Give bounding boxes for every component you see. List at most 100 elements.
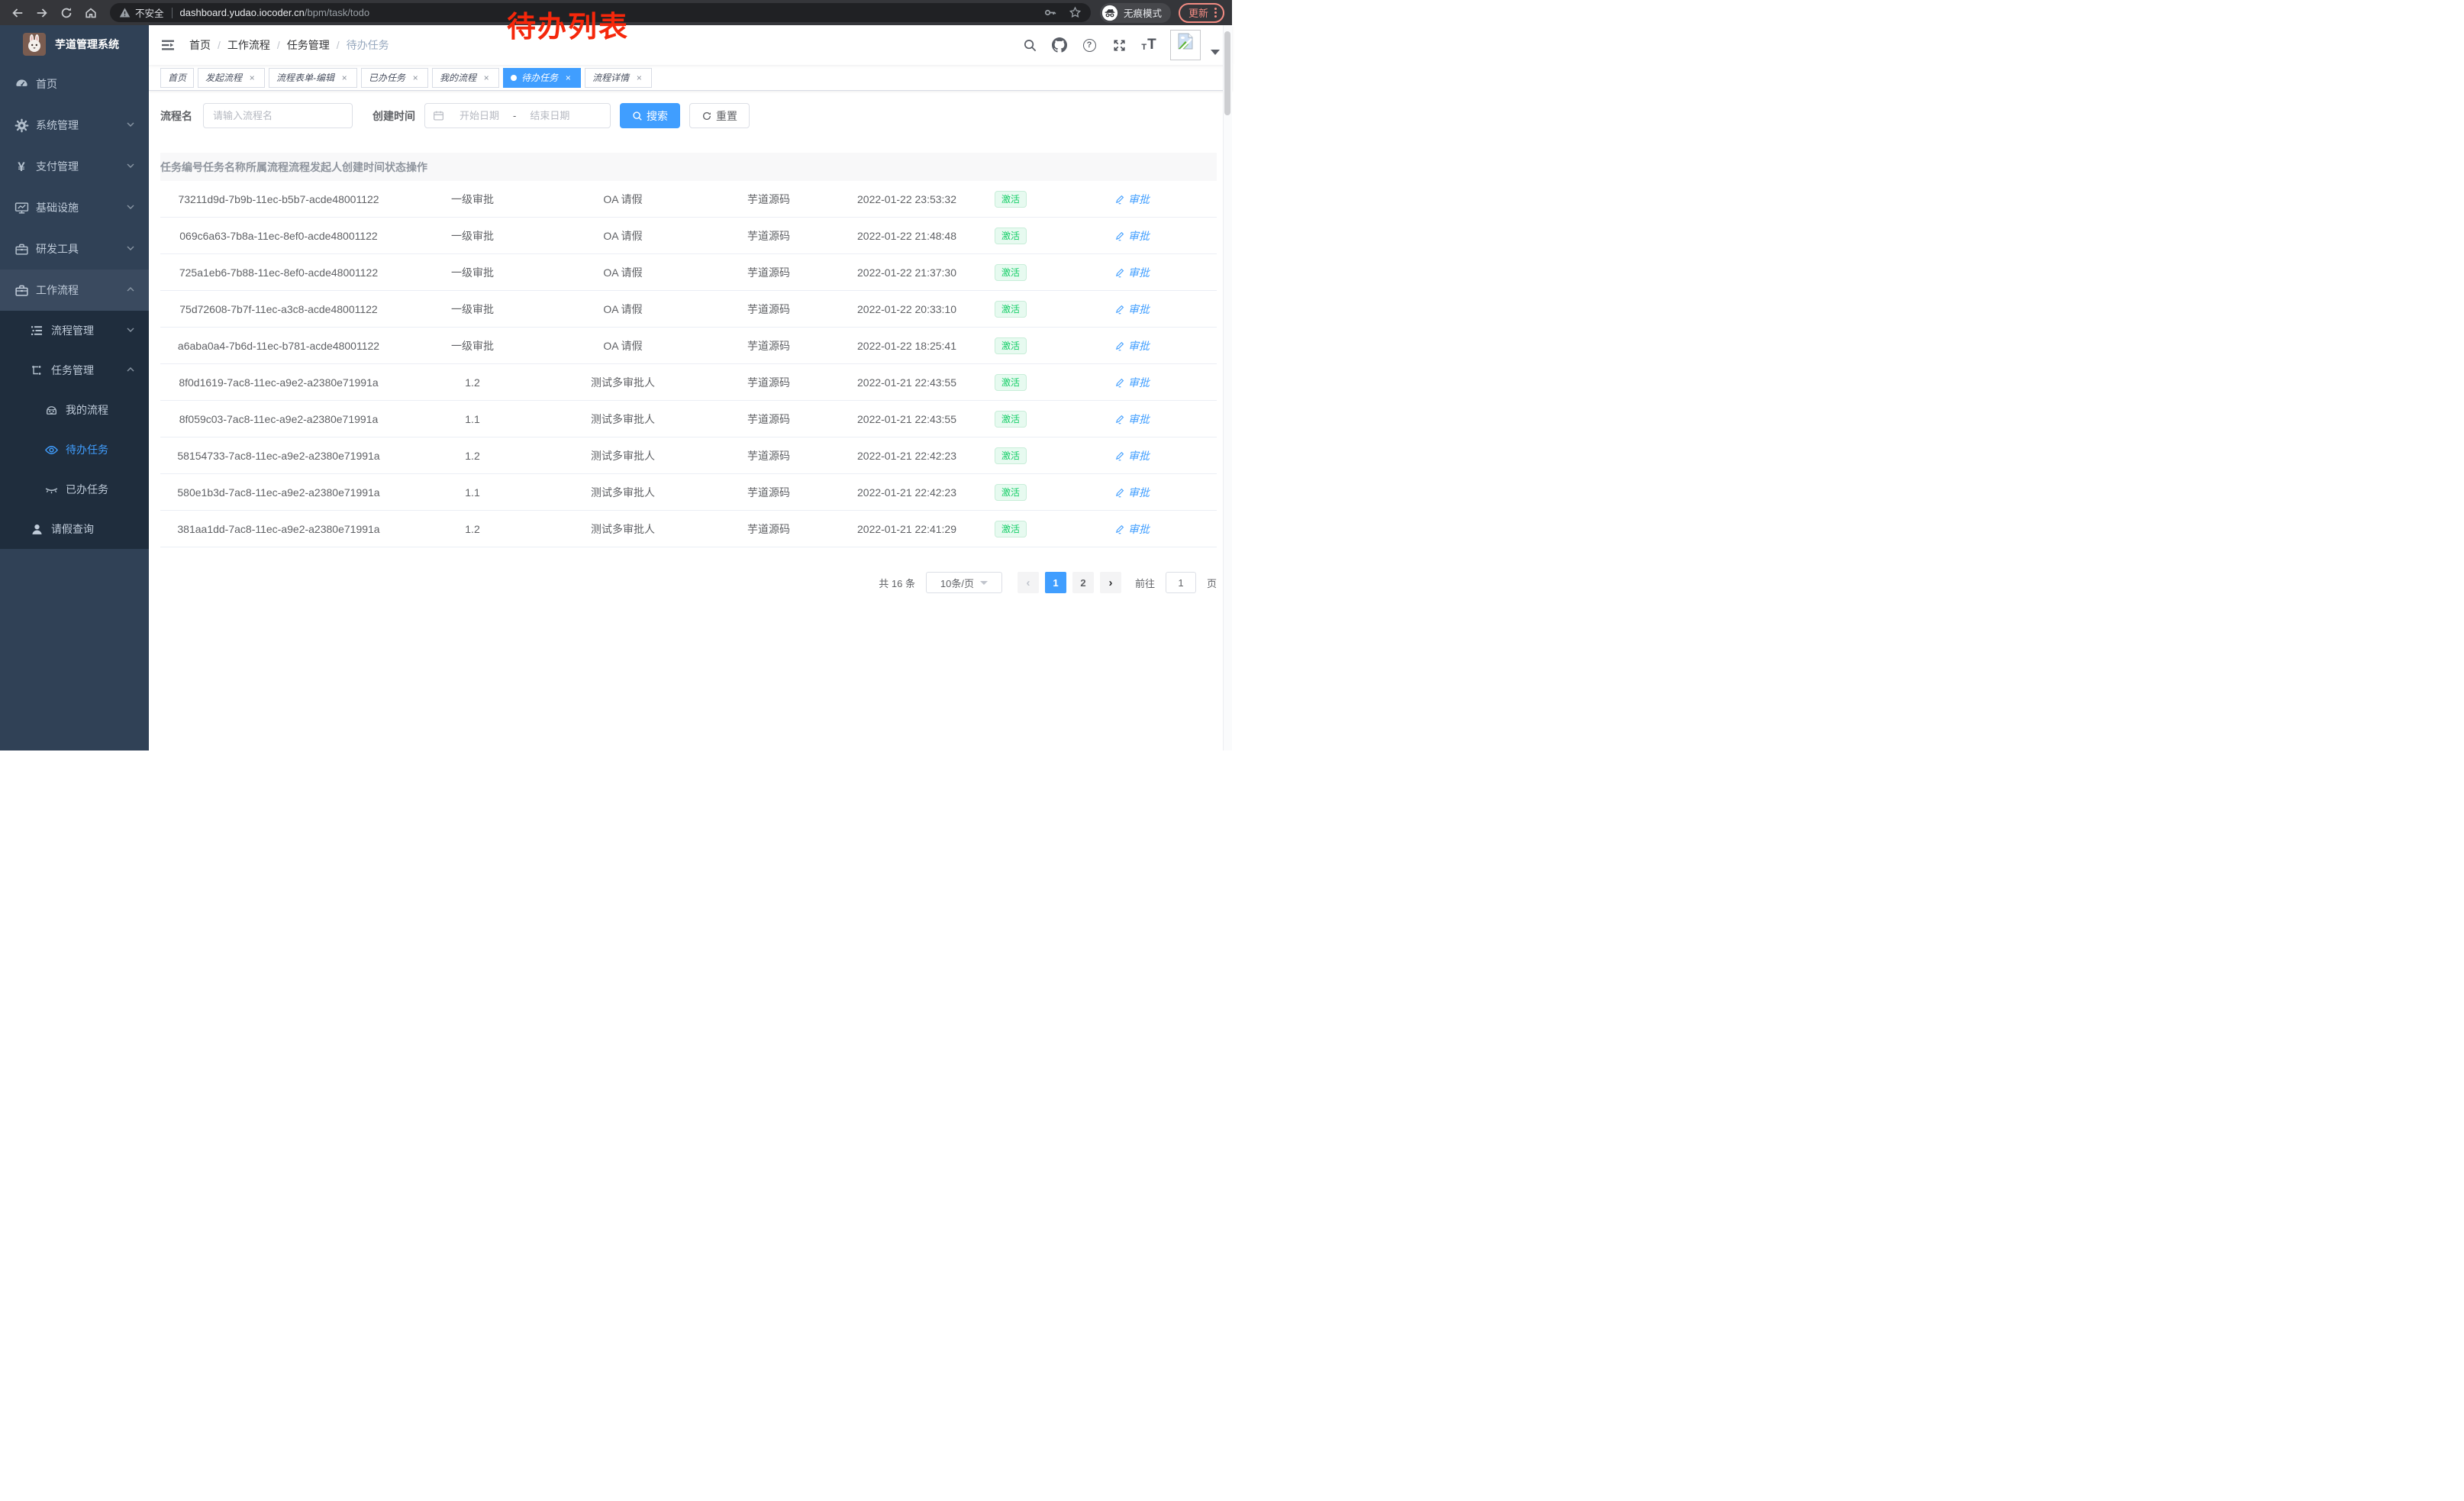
more-vert-icon xyxy=(1214,8,1217,18)
key-icon[interactable] xyxy=(1043,6,1056,19)
sidebar-item-my-process[interactable]: 我的流程 xyxy=(0,390,149,430)
sidebar-item-system[interactable]: 系统管理 xyxy=(0,105,149,146)
close-icon[interactable] xyxy=(410,73,421,83)
close-icon[interactable] xyxy=(339,73,350,83)
cell-status: 激活 xyxy=(974,521,1047,537)
url-bar[interactable]: 不安全 dashboard.yudao.iocoder.cn /bpm/task… xyxy=(110,3,1091,22)
back-icon[interactable] xyxy=(8,3,27,23)
cell-process: OA 请假 xyxy=(548,228,698,244)
sidebar-item-done-tasks[interactable]: 已办任务 xyxy=(0,470,149,509)
cell-initiator: 芋道源码 xyxy=(698,302,840,317)
approve-button[interactable]: 审批 xyxy=(1114,302,1150,317)
cell-initiator: 芋道源码 xyxy=(698,228,840,244)
sidebar-item-process-mgmt[interactable]: 流程管理 xyxy=(0,311,149,350)
cell-task-name: 1.1 xyxy=(397,486,548,499)
sidebar-item-infrastructure[interactable]: 基础设施 xyxy=(0,187,149,228)
sidebar-item-task-mgmt[interactable]: 任务管理 xyxy=(0,350,149,390)
close-icon[interactable] xyxy=(634,73,644,83)
sidebar-item-leave-query[interactable]: 请假查询 xyxy=(0,509,149,549)
security-label[interactable]: 不安全 xyxy=(135,5,164,20)
tab-process-form-edit[interactable]: 流程表单-编辑 xyxy=(269,68,357,88)
cell-actions: 审批 xyxy=(1047,228,1217,244)
page-size-select[interactable]: 10条/页 xyxy=(926,572,1002,593)
tab-my-process[interactable]: 我的流程 xyxy=(432,68,499,88)
fullscreen-icon[interactable] xyxy=(1111,37,1127,53)
approve-button[interactable]: 审批 xyxy=(1114,265,1150,280)
gear-icon xyxy=(14,118,29,133)
sidebar-logo[interactable]: 芋道管理系统 xyxy=(0,25,149,63)
sidebar-item-payment[interactable]: ¥ 支付管理 xyxy=(0,146,149,187)
url-host: dashboard.yudao.iocoder.cn xyxy=(180,7,305,18)
sidebar-item-dev-tools[interactable]: 研发工具 xyxy=(0,228,149,270)
end-date-input[interactable] xyxy=(521,110,579,121)
help-icon[interactable] xyxy=(1081,37,1098,53)
prev-page-button[interactable]: ‹ xyxy=(1018,572,1039,593)
breadcrumb-workflow[interactable]: 工作流程 xyxy=(227,37,270,53)
start-date-input[interactable] xyxy=(450,110,508,121)
approve-button[interactable]: 审批 xyxy=(1114,521,1150,537)
approve-button[interactable]: 审批 xyxy=(1114,338,1150,353)
cell-actions: 审批 xyxy=(1047,448,1217,463)
update-menu-button[interactable]: 更新 xyxy=(1179,3,1224,23)
close-icon[interactable] xyxy=(563,73,573,83)
tab-process-detail[interactable]: 流程详情 xyxy=(585,68,652,88)
goto-page-input[interactable] xyxy=(1166,572,1196,593)
approve-button[interactable]: 审批 xyxy=(1114,192,1150,207)
cell-actions: 审批 xyxy=(1047,375,1217,390)
cell-initiator: 芋道源码 xyxy=(698,192,840,207)
table-body: 73211d9d-7b9b-11ec-b5b7-acde48001122 一级审… xyxy=(160,181,1217,547)
caret-down-icon[interactable] xyxy=(1211,50,1220,55)
tab-start-process[interactable]: 发起流程 xyxy=(198,68,265,88)
tab-todo-tasks[interactable]: 待办任务 xyxy=(503,68,581,88)
search-icon[interactable] xyxy=(1021,37,1038,53)
chevron-down-icon xyxy=(126,119,135,131)
process-name-input[interactable] xyxy=(203,103,353,128)
tab-home[interactable]: 首页 xyxy=(160,68,194,88)
close-icon[interactable] xyxy=(481,73,492,83)
breadcrumb-task-mgmt[interactable]: 任务管理 xyxy=(287,37,330,53)
logo-image xyxy=(23,33,46,56)
cell-actions: 审批 xyxy=(1047,302,1217,317)
font-size-icon[interactable] xyxy=(1140,37,1157,53)
sidebar-item-workflow[interactable]: 工作流程 xyxy=(0,270,149,311)
approve-button[interactable]: 审批 xyxy=(1114,412,1150,427)
search-button[interactable]: 搜索 xyxy=(620,103,680,128)
breadcrumb: 首页 / 工作流程 / 任务管理 / 待办任务 xyxy=(189,37,389,53)
search-icon xyxy=(632,111,643,121)
workflow-submenu: 流程管理 任务管理 我的流程 待办任务 已办任务 xyxy=(0,311,149,549)
approve-button[interactable]: 审批 xyxy=(1114,375,1150,390)
date-range-picker[interactable]: - xyxy=(424,103,611,128)
scrollbar-thumb[interactable] xyxy=(1224,31,1230,115)
cell-initiator: 芋道源码 xyxy=(698,412,840,427)
star-icon[interactable] xyxy=(1069,6,1082,19)
tags-view: 首页 发起流程 流程表单-编辑 已办任务 我的流程 待办任务 流程详情 xyxy=(149,65,1232,91)
breadcrumb-home[interactable]: 首页 xyxy=(189,37,211,53)
close-icon[interactable] xyxy=(247,73,257,83)
incognito-badge: 无痕模式 xyxy=(1100,3,1171,23)
cell-task-name: 一级审批 xyxy=(397,228,548,244)
status-badge: 激活 xyxy=(995,447,1027,464)
approve-button[interactable]: 审批 xyxy=(1114,448,1150,463)
briefcase-icon xyxy=(14,282,29,298)
home-icon[interactable] xyxy=(81,3,101,23)
sidebar-item-home[interactable]: 首页 xyxy=(0,63,149,105)
scrollbar-track[interactable] xyxy=(1223,25,1232,750)
refresh-icon xyxy=(701,111,712,121)
cell-task-name: 一级审批 xyxy=(397,338,548,353)
reset-button[interactable]: 重置 xyxy=(689,103,750,128)
tab-done-tasks[interactable]: 已办任务 xyxy=(361,68,428,88)
github-icon[interactable] xyxy=(1051,37,1068,53)
approve-button[interactable]: 审批 xyxy=(1114,228,1150,244)
reload-icon[interactable] xyxy=(56,3,76,23)
approve-button[interactable]: 审批 xyxy=(1114,485,1150,500)
page-button-1[interactable]: 1 xyxy=(1045,572,1066,593)
page-button-2[interactable]: 2 xyxy=(1072,572,1094,593)
table-row: 580e1b3d-7ac8-11ec-a9e2-a2380e71991a 1.1… xyxy=(160,474,1217,511)
avatar[interactable] xyxy=(1170,30,1201,60)
sidebar-item-todo-tasks[interactable]: 待办任务 xyxy=(0,430,149,470)
next-page-button[interactable]: › xyxy=(1100,572,1121,593)
forward-icon[interactable] xyxy=(32,3,52,23)
cell-create-time: 2022-01-22 18:25:41 xyxy=(840,340,974,352)
eye-closed-icon xyxy=(44,482,59,497)
hamburger-icon[interactable] xyxy=(160,37,176,53)
